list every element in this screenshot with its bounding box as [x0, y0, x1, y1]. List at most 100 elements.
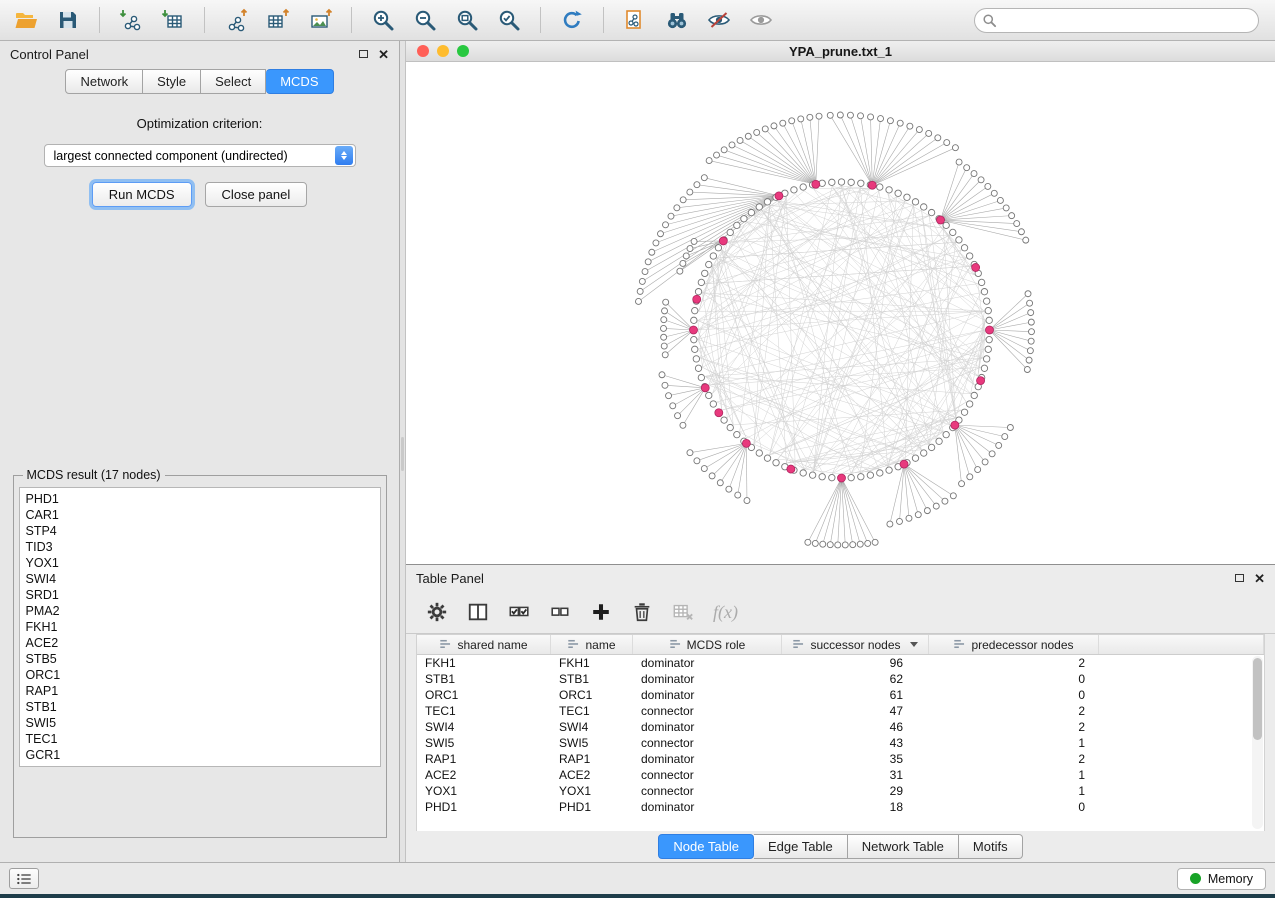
mcds-result-list[interactable]: PHD1CAR1STP4TID3YOX1SWI4SRD1PMA2FKH1ACE2… — [19, 487, 381, 767]
zoom-in-button[interactable] — [365, 4, 401, 36]
float-panel-icon[interactable] — [359, 50, 368, 58]
mcds-result-item[interactable]: SWI4 — [26, 571, 374, 587]
export-table-button[interactable] — [260, 4, 296, 36]
zoom-selected-button[interactable] — [491, 4, 527, 36]
tab-network[interactable]: Network — [65, 69, 143, 94]
zoom-fit-icon — [455, 8, 479, 32]
unselect-all-columns-button[interactable] — [549, 601, 571, 623]
memory-button[interactable]: Memory — [1177, 868, 1266, 890]
table-cell: dominator — [633, 720, 782, 734]
column-header-name[interactable]: name — [551, 635, 633, 654]
column-header-predecessor-nodes[interactable]: predecessor nodes — [929, 635, 1099, 654]
table-row[interactable]: ORC1ORC1dominator610 — [417, 687, 1264, 703]
mcds-result-item[interactable]: ACE2 — [26, 635, 374, 651]
show-hide-panels-button[interactable] — [9, 868, 39, 889]
select-all-columns-button[interactable] — [508, 601, 530, 623]
search-input[interactable] — [974, 8, 1259, 33]
hide-selected-button[interactable] — [701, 4, 737, 36]
export-image-button[interactable] — [302, 4, 338, 36]
tab-select[interactable]: Select — [201, 69, 266, 94]
unchecked-boxes-icon — [549, 601, 571, 623]
save-session-button[interactable] — [50, 4, 86, 36]
table-settings-button[interactable] — [426, 601, 448, 623]
export-network-button[interactable] — [218, 4, 254, 36]
table-cell: STB1 — [551, 672, 633, 686]
mcds-result-item[interactable]: PMA2 — [26, 603, 374, 619]
tab-node-table[interactable]: Node Table — [658, 834, 754, 859]
table-row[interactable]: SWI4SWI4dominator462 — [417, 719, 1264, 735]
mcds-result-item[interactable]: GCR1 — [26, 747, 374, 763]
splitter-grip[interactable] — [401, 437, 404, 471]
criterion-dropdown[interactable]: largest connected component (undirected) — [44, 144, 356, 167]
table-cell: 47 — [782, 704, 929, 718]
import-table-button[interactable] — [155, 4, 191, 36]
mcds-result-item[interactable]: STB1 — [26, 699, 374, 715]
mcds-result-item[interactable]: SWI5 — [26, 715, 374, 731]
tab-style[interactable]: Style — [143, 69, 201, 94]
sort-icon — [669, 638, 682, 651]
close-panel-button[interactable]: Close panel — [205, 182, 308, 207]
maximize-window-button[interactable] — [457, 45, 469, 57]
close-window-button[interactable] — [417, 45, 429, 57]
delete-column-button[interactable] — [631, 601, 653, 623]
float-table-panel-icon[interactable] — [1235, 574, 1244, 582]
table-row[interactable]: YOX1YOX1connector291 — [417, 783, 1264, 799]
export-image-icon — [308, 8, 332, 32]
table-row[interactable]: RAP1RAP1dominator352 — [417, 751, 1264, 767]
mcds-result-item[interactable]: PHD1 — [26, 491, 374, 507]
mcds-result-item[interactable]: ORC1 — [26, 667, 374, 683]
create-column-button[interactable] — [590, 601, 612, 623]
table-cell: 0 — [929, 688, 1099, 702]
table-row[interactable]: TEC1TEC1connector472 — [417, 703, 1264, 719]
table-cell: 46 — [782, 720, 929, 734]
refresh-view-button[interactable] — [554, 4, 590, 36]
network-canvas[interactable] — [406, 62, 1275, 564]
tab-mcds[interactable]: MCDS — [266, 69, 333, 94]
table-cell: dominator — [633, 656, 782, 670]
function-builder-button[interactable]: f(x) — [713, 602, 738, 623]
column-header-successor-nodes[interactable]: successor nodes — [782, 635, 929, 654]
show-columns-button[interactable] — [467, 601, 489, 623]
delete-table-button[interactable] — [672, 601, 694, 623]
minimize-window-button[interactable] — [437, 45, 449, 57]
mcds-result-item[interactable]: FKH1 — [26, 619, 374, 635]
column-header-mcds-role[interactable]: MCDS role — [633, 635, 782, 654]
zoom-out-icon — [413, 8, 437, 32]
show-all-button[interactable] — [743, 4, 779, 36]
mcds-result-item[interactable]: TID3 — [26, 539, 374, 555]
zoom-out-button[interactable] — [407, 4, 443, 36]
open-file-button[interactable] — [8, 4, 44, 36]
column-header-shared-name[interactable]: shared name — [417, 635, 551, 654]
mcds-result-item[interactable]: RAP1 — [26, 683, 374, 699]
mcds-result-group: MCDS result (17 nodes) PHD1CAR1STP4TID3Y… — [13, 468, 387, 838]
close-panel-icon[interactable]: ✕ — [378, 48, 389, 61]
table-row[interactable]: STB1STB1dominator620 — [417, 671, 1264, 687]
first-neighbors-button[interactable] — [659, 4, 695, 36]
mcds-result-item[interactable]: CAR1 — [26, 507, 374, 523]
mcds-result-item[interactable]: SRD1 — [26, 587, 374, 603]
close-table-panel-icon[interactable]: ✕ — [1254, 572, 1265, 585]
table-scrollbar[interactable] — [1252, 656, 1263, 829]
table-row[interactable]: FKH1FKH1dominator962 — [417, 655, 1264, 671]
tab-edge-table[interactable]: Edge Table — [754, 834, 848, 859]
mcds-result-item[interactable]: STP4 — [26, 523, 374, 539]
import-network-button[interactable] — [113, 4, 149, 36]
table-row[interactable]: ACE2ACE2connector311 — [417, 767, 1264, 783]
toolbar-separator — [99, 7, 100, 33]
mcds-result-item[interactable]: YOX1 — [26, 555, 374, 571]
clone-network-button[interactable] — [617, 4, 653, 36]
tab-motifs[interactable]: Motifs — [959, 834, 1023, 859]
table-row[interactable]: PHD1PHD1dominator180 — [417, 799, 1264, 815]
toolbar-search — [974, 8, 1259, 33]
zoom-fit-button[interactable] — [449, 4, 485, 36]
network-graph[interactable] — [406, 62, 1275, 564]
network-edges — [698, 186, 986, 474]
mcds-result-item[interactable]: TEC1 — [26, 731, 374, 747]
mcds-result-item[interactable]: STB5 — [26, 651, 374, 667]
scrollbar-thumb[interactable] — [1253, 658, 1262, 740]
table-row[interactable]: SWI5SWI5connector431 — [417, 735, 1264, 751]
tab-network-table[interactable]: Network Table — [848, 834, 959, 859]
table-cell: connector — [633, 768, 782, 782]
refresh-icon — [560, 8, 584, 32]
run-mcds-button[interactable]: Run MCDS — [92, 182, 192, 207]
